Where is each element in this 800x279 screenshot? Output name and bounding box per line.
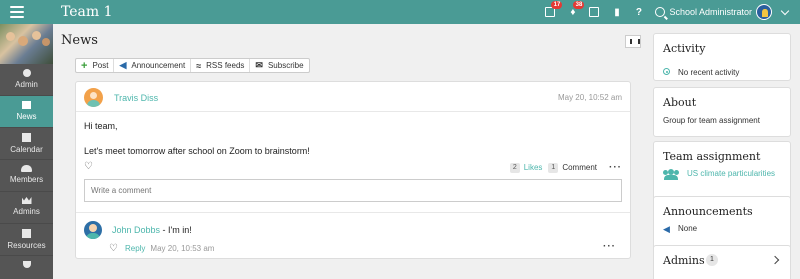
top-bar-actions: 17 ♦ 38 ▮ ? School Administrator [545, 0, 800, 24]
tasks-badge: 17 [551, 0, 563, 9]
sidebar-item-label: Members [9, 175, 44, 184]
sidebar-item-admin[interactable]: Admin [0, 64, 53, 96]
sidebar-item-label: Admin [15, 80, 38, 89]
help-icon[interactable]: ? [633, 7, 644, 18]
admins-card: Admins 1 [653, 245, 791, 279]
plus-icon: + [81, 59, 88, 72]
menu-icon[interactable] [10, 6, 24, 18]
comment-link[interactable]: Comment [562, 163, 597, 172]
assignment-link[interactable]: US climate particularities [687, 169, 775, 178]
subscribe-icon: ✉ [255, 60, 263, 70]
rss-feeds-button[interactable]: ≈ RSS feeds [191, 59, 251, 72]
sidebar-item-label: Resources [7, 241, 46, 250]
rss-icon: ≈ [196, 60, 202, 71]
divider [76, 212, 630, 213]
card-title: Announcements [663, 205, 753, 218]
top-bar: Team 1 17 ♦ 38 ▮ ? School Administrator [0, 0, 800, 24]
megaphone-icon: ◀ [119, 60, 127, 70]
trophy-icon [22, 261, 31, 268]
more-options-icon[interactable]: ··· [603, 241, 616, 252]
notifications-badge: 38 [573, 0, 585, 9]
sidebar-item-news[interactable]: News [0, 96, 53, 128]
card-title: Team assignment [663, 150, 761, 163]
card-title: About [663, 96, 697, 109]
chevron-right-icon[interactable] [770, 255, 780, 265]
post-button[interactable]: + Post [76, 59, 115, 72]
news-icon [22, 101, 31, 109]
sidebar-item-admins[interactable]: Admins [0, 192, 53, 224]
trash-icon[interactable]: ▮ [611, 7, 622, 18]
post-body: Hi team, Let's meet tomorrow after schoo… [84, 120, 310, 170]
admins-count: 1 [706, 254, 718, 266]
comments-count: 1 [548, 162, 559, 173]
view-toggle-button[interactable] [625, 35, 641, 48]
sidebar-item-resources[interactable]: Resources [0, 224, 53, 256]
tasks-icon[interactable]: 17 [545, 0, 563, 18]
main-content: News + Post ◀ Announcement ≈ RSS feeds ✉… [53, 24, 647, 279]
sidebar-item-members[interactable]: Members [0, 160, 53, 192]
post-text-line: Let's meet tomorrow after school on Zoom… [84, 146, 310, 156]
avatar[interactable] [84, 88, 103, 107]
sidebar-item-label: News [16, 112, 37, 121]
about-card: About Group for team assignment [653, 87, 791, 137]
announcement-button[interactable]: ◀ Announcement [114, 59, 192, 72]
calendar-icon [22, 133, 31, 142]
post-text-line: Hi team, [84, 121, 118, 131]
crown-icon [21, 197, 32, 204]
bell-icon[interactable]: ♦ 38 [567, 0, 585, 18]
comment-body: - I'm in! [160, 225, 192, 235]
comment-actions: ♡ Reply May 20, 10:53 am [109, 243, 214, 254]
members-icon [21, 165, 32, 172]
avatar[interactable] [84, 221, 102, 239]
post-toolbar: + Post ◀ Announcement ≈ RSS feeds ✉ Subs… [75, 58, 310, 73]
chevron-down-icon[interactable] [780, 6, 790, 15]
avatar[interactable] [756, 4, 772, 20]
comment-date: May 20, 10:53 am [150, 244, 215, 253]
likes-count: 2 [509, 162, 520, 173]
gear-icon [22, 69, 31, 77]
news-post: Travis Diss May 20, 10:52 am Hi team, Le… [75, 81, 631, 259]
card-title: Activity [663, 42, 706, 55]
comment-author[interactable]: John Dobbs [112, 225, 160, 235]
post-stats: 2 Likes 1 Comment ··· [509, 162, 622, 173]
right-column: Activity No recent activity About Group … [653, 24, 800, 279]
megaphone-icon: ◀ [663, 224, 670, 234]
calendar-icon[interactable] [589, 6, 600, 18]
team-title: Team 1 [61, 4, 113, 20]
sidebar-item-label: Calendar [10, 145, 43, 154]
search-icon[interactable] [655, 7, 666, 17]
announcements-text: None [678, 224, 698, 233]
about-text: Group for team assignment [663, 116, 760, 125]
reply-link[interactable]: Reply [125, 244, 145, 253]
post-date: May 20, 10:52 am [557, 93, 622, 102]
page-title: News [61, 33, 98, 48]
post-header: Travis Diss May 20, 10:52 am [76, 82, 630, 112]
comment-input[interactable] [84, 179, 622, 202]
sidebar-item-label: Admins [13, 207, 40, 216]
activity-text: No recent activity [678, 68, 740, 77]
likes-link[interactable]: Likes [524, 163, 543, 172]
sidebar: Admin News Calendar Members Admins Resou… [0, 24, 53, 279]
group-icon [663, 169, 679, 180]
sidebar-item-trophy[interactable] [0, 256, 53, 279]
user-name[interactable]: School Administrator [669, 7, 752, 17]
resources-icon [22, 229, 31, 238]
activity-card: Activity No recent activity [653, 33, 791, 81]
group-photo [0, 24, 53, 64]
sidebar-item-calendar[interactable]: Calendar [0, 128, 53, 160]
subscribe-button[interactable]: ✉ Subscribe [250, 59, 308, 72]
comment-text: John Dobbs - I'm in! [112, 225, 192, 235]
post-author[interactable]: Travis Diss [114, 93, 158, 103]
activity-dot-icon [663, 68, 670, 75]
card-title: Admins [663, 254, 705, 267]
more-options-icon[interactable]: ··· [609, 162, 622, 173]
heart-icon[interactable]: ♡ [84, 162, 93, 172]
search-area[interactable]: School Administrator [655, 4, 800, 20]
heart-icon[interactable]: ♡ [109, 243, 118, 254]
